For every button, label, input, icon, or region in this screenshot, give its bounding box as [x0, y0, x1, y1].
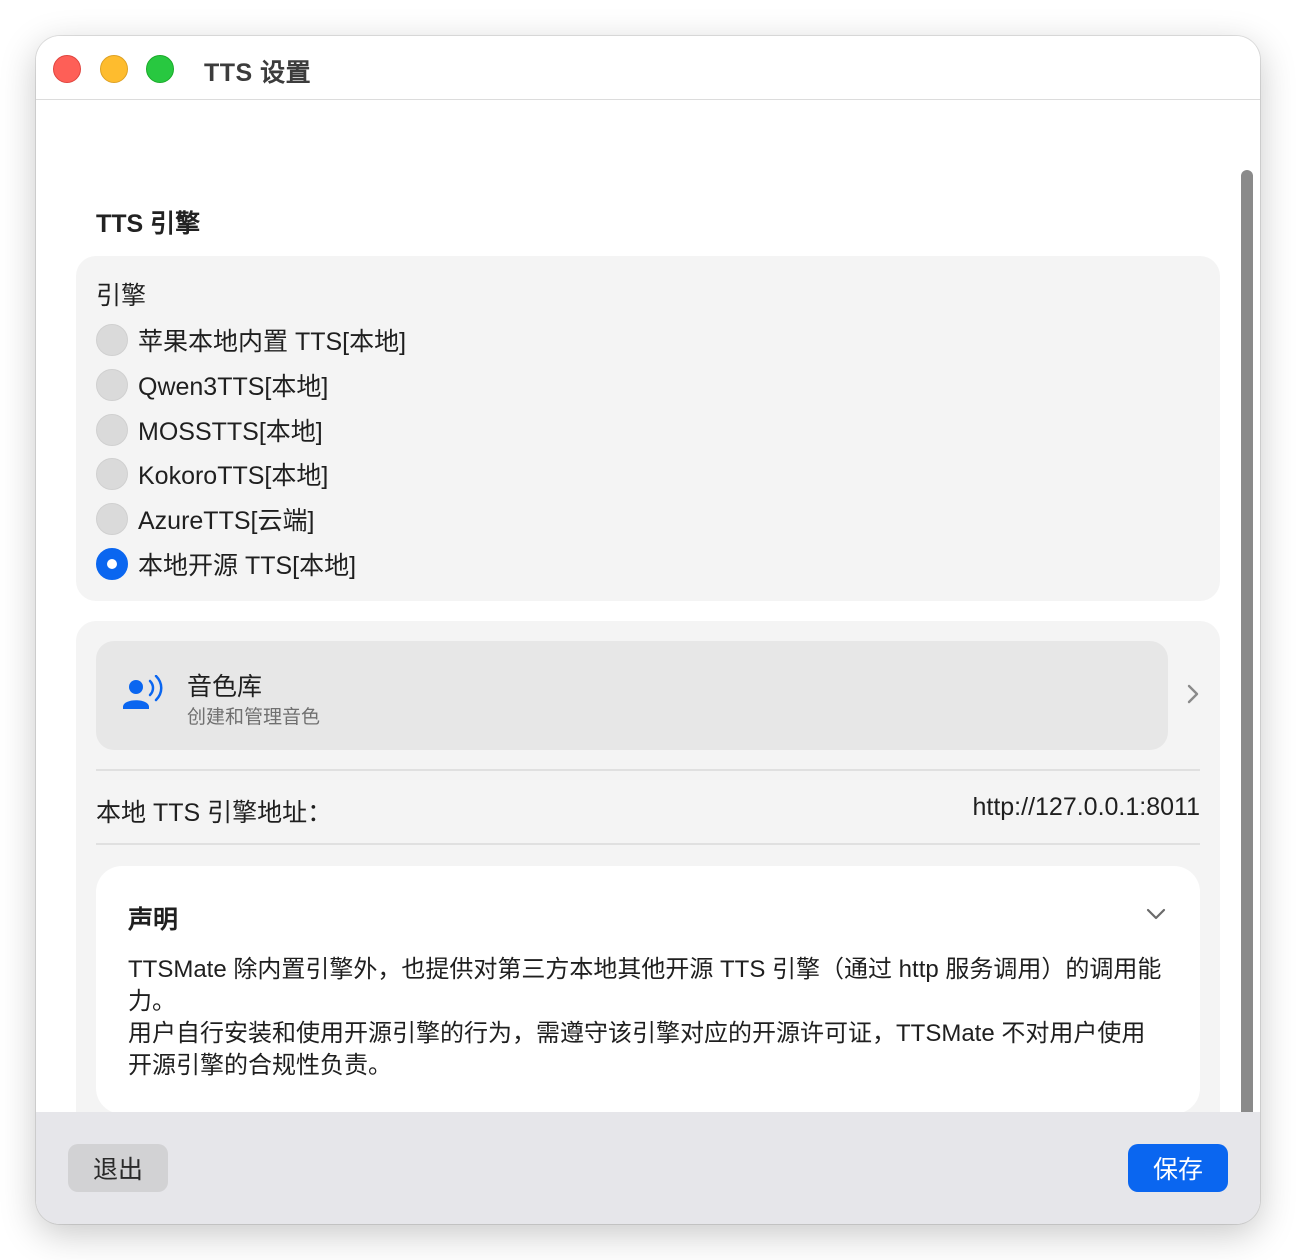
engine-detail-card: 音色库 创建和管理音色 本地 TTS 引擎地址： http://127.0.0.… — [76, 621, 1220, 1133]
engine-address-label: 本地 TTS 引擎地址： — [96, 799, 333, 827]
engine-option-kokorotts[interactable]: KokoroTTS[本地] — [96, 456, 328, 492]
engine-option-azuretts[interactable]: AzureTTS[云端] — [96, 501, 314, 537]
engine-card: 引擎 苹果本地内置 TTS[本地] Qwen3TTS[本地] MOSSTTS[本… — [76, 256, 1220, 601]
minimize-window-button[interactable] — [100, 55, 128, 83]
radio-button[interactable] — [96, 503, 128, 535]
window-title: TTS 设置 — [204, 59, 312, 87]
engine-option-label: Qwen3TTS[本地] — [138, 373, 329, 401]
divider — [96, 843, 1200, 845]
person-speaking-icon — [123, 675, 163, 709]
voice-library-subtitle: 创建和管理音色 — [187, 707, 321, 728]
close-window-button[interactable] — [53, 55, 81, 83]
radio-button-selected[interactable] — [96, 548, 128, 580]
engine-option-apple[interactable]: 苹果本地内置 TTS[本地] — [96, 322, 406, 358]
title-bar: TTS 设置 — [36, 36, 1260, 100]
voice-library-row[interactable]: 音色库 创建和管理音色 — [96, 641, 1168, 750]
chevron-down-icon[interactable] — [1144, 902, 1168, 926]
scrollbar[interactable] — [1241, 170, 1253, 1142]
engine-option-label: KokoroTTS[本地] — [138, 462, 329, 490]
notice-text: TTSMate 除内置引擎外，也提供对第三方本地其他开源 TTS 引擎（通过 h… — [128, 956, 1162, 1079]
save-button[interactable]: 保存 — [1128, 1144, 1228, 1192]
engine-option-label: AzureTTS[云端] — [138, 507, 315, 535]
voice-library-title: 音色库 — [187, 673, 263, 701]
notice-panel: 声明 TTSMate 除内置引擎外，也提供对第三方本地其他开源 TTS 引擎（通… — [96, 866, 1200, 1114]
settings-content: TTS 引擎 引擎 苹果本地内置 TTS[本地] Qwen3TTS[本地] MO… — [36, 100, 1260, 1142]
section-title-tts-engine: TTS 引擎 — [96, 210, 201, 238]
divider — [96, 769, 1200, 771]
engine-option-label: 本地开源 TTS[本地] — [138, 552, 357, 580]
chevron-right-icon[interactable] — [1182, 683, 1204, 705]
exit-button[interactable]: 退出 — [68, 1144, 168, 1192]
engine-option-mosstts[interactable]: MOSSTTS[本地] — [96, 412, 323, 448]
engine-option-local-open-source[interactable]: 本地开源 TTS[本地] — [96, 546, 356, 582]
zoom-window-button[interactable] — [146, 55, 174, 83]
radio-button[interactable] — [96, 414, 128, 446]
footer-bar: 退出 保存 — [36, 1112, 1260, 1224]
radio-button[interactable] — [96, 458, 128, 490]
engine-address-value[interactable]: http://127.0.0.1:8011 — [972, 793, 1200, 822]
engine-option-label: MOSSTTS[本地] — [138, 418, 323, 446]
radio-button[interactable] — [96, 324, 128, 356]
engine-label: 引擎 — [96, 282, 147, 310]
notice-title: 声明 — [128, 906, 179, 934]
settings-window: TTS 设置 TTS 引擎 引擎 苹果本地内置 TTS[本地] Qwen3TTS… — [36, 36, 1260, 1224]
engine-option-label: 苹果本地内置 TTS[本地] — [138, 328, 407, 356]
radio-button[interactable] — [96, 369, 128, 401]
engine-option-qwen3tts[interactable]: Qwen3TTS[本地] — [96, 367, 328, 403]
